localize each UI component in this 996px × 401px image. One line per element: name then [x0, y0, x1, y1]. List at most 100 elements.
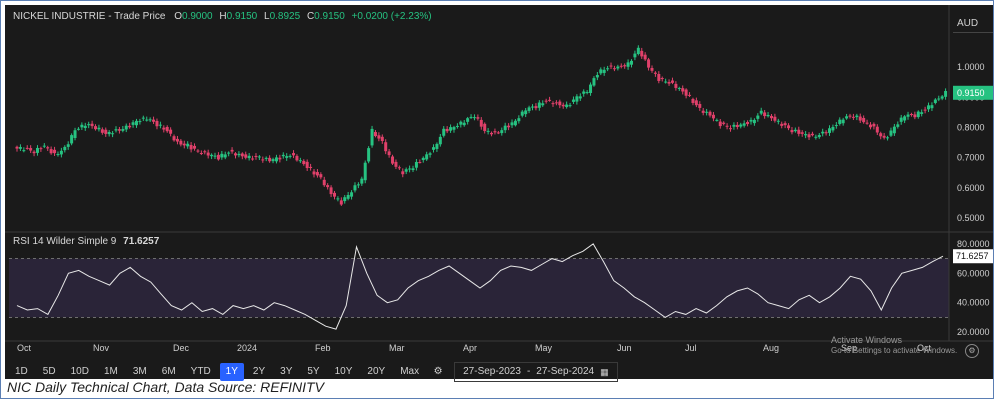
candle-body — [244, 154, 248, 158]
range-button-20y[interactable]: 20Y — [361, 363, 391, 381]
candle-body — [807, 134, 811, 138]
range-button-max[interactable]: Max — [394, 363, 425, 381]
candle-body — [722, 122, 726, 124]
candle-body — [476, 117, 480, 119]
candle-body — [309, 166, 313, 168]
candle-body — [80, 124, 84, 128]
candle-body — [452, 127, 456, 130]
instrument-title: NICKEL INDUSTRIE - Trade Price — [13, 11, 166, 22]
candle-body — [97, 127, 101, 130]
candle-body — [210, 154, 214, 157]
range-button-10y[interactable]: 10Y — [329, 363, 359, 381]
candle-body — [394, 161, 398, 167]
candle-body — [609, 65, 613, 67]
candle-body — [298, 160, 302, 162]
candle-body — [162, 127, 166, 130]
candle-body — [199, 152, 203, 154]
candle-body — [828, 128, 832, 133]
candle-body — [53, 149, 57, 154]
candle-body — [292, 153, 296, 156]
price-header: NICKEL INDUSTRIE - Trade Price O0.9000 H… — [13, 11, 432, 22]
candle-body — [367, 148, 371, 162]
candle-body — [889, 130, 893, 136]
candle-body — [848, 115, 852, 117]
candle-body — [152, 119, 156, 122]
candle-body — [548, 99, 552, 101]
date-from: 27-Sep-2023 — [463, 366, 521, 377]
candle-body — [438, 136, 442, 145]
candle-body — [251, 158, 255, 160]
candle-body — [503, 125, 507, 131]
candle-body — [466, 118, 470, 122]
candle-body — [619, 65, 623, 67]
date-range-picker[interactable]: 27-Sep-2023 - 27-Sep-2024 ▦ — [454, 362, 618, 382]
candle-body — [370, 128, 374, 146]
candle-body — [565, 104, 569, 108]
candle-body — [223, 154, 227, 158]
candle-body — [42, 145, 46, 147]
candle-body — [769, 115, 773, 119]
candle-body — [944, 90, 948, 97]
currency-selector[interactable]: AUD — [953, 15, 993, 33]
settings-gear-icon[interactable]: ⚙ — [430, 363, 446, 381]
candle-body — [70, 135, 74, 144]
candle-body — [391, 156, 395, 164]
candle-body — [49, 149, 53, 154]
candle-body — [240, 153, 244, 157]
candle-body — [100, 129, 104, 133]
candle-body — [363, 162, 367, 181]
candle-body — [216, 154, 220, 160]
candle-body — [179, 140, 183, 145]
candle-body — [339, 200, 343, 205]
candle-body — [865, 122, 869, 124]
candle-body — [94, 126, 98, 130]
rsi-band — [9, 258, 949, 318]
candle-body — [831, 126, 835, 131]
candle-body — [387, 151, 391, 156]
candle-body — [145, 119, 149, 121]
candle-body — [688, 94, 692, 96]
candle-body — [507, 125, 511, 128]
candle-body — [845, 116, 849, 119]
candle-body — [541, 103, 545, 106]
chart-canvas[interactable]: 1.0000 0.9000 0.8000 0.7000 0.6000 0.5000 0.91… — [5, 5, 993, 357]
candle-body — [851, 116, 855, 118]
candle-body — [346, 194, 350, 199]
candle-body — [920, 112, 924, 114]
chart-frame: 1.0000 0.9000 0.8000 0.7000 0.6000 0.5000 0.91… — [0, 0, 994, 399]
chart-settings-icon[interactable]: ⚙ — [965, 344, 979, 358]
candle-body — [397, 167, 401, 169]
candle-body — [87, 124, 91, 126]
candle-body — [821, 131, 825, 134]
candle-body — [694, 100, 698, 106]
candle-body — [923, 109, 927, 111]
price-tick-label: 0.5000 — [957, 213, 985, 223]
candle-body — [175, 138, 179, 142]
date-to: 27-Sep-2024 — [536, 366, 595, 377]
candle-body — [623, 65, 627, 67]
candle-body — [257, 156, 261, 158]
candle-body — [401, 171, 405, 175]
candle-body — [148, 119, 152, 121]
candle-body — [227, 152, 231, 154]
candle-body — [196, 150, 200, 152]
candle-body — [667, 82, 671, 84]
x-tick-label: Feb — [315, 343, 331, 353]
candle-body — [104, 129, 108, 134]
candle-body — [285, 156, 289, 158]
high-value: 0.9150 — [226, 11, 258, 22]
candle-body — [329, 187, 333, 195]
candle-body — [479, 119, 483, 127]
candle-body — [899, 117, 903, 122]
candle-body — [107, 132, 111, 135]
candle-body — [278, 157, 282, 160]
candle-body — [930, 105, 934, 109]
candle-body — [602, 69, 606, 73]
candle-body — [554, 102, 558, 104]
candle-body — [455, 125, 459, 127]
candle-body — [729, 128, 733, 130]
candle-body — [172, 136, 176, 141]
candle-body — [575, 96, 579, 102]
candle-body — [732, 124, 736, 127]
x-tick-label: Jun — [617, 343, 632, 353]
